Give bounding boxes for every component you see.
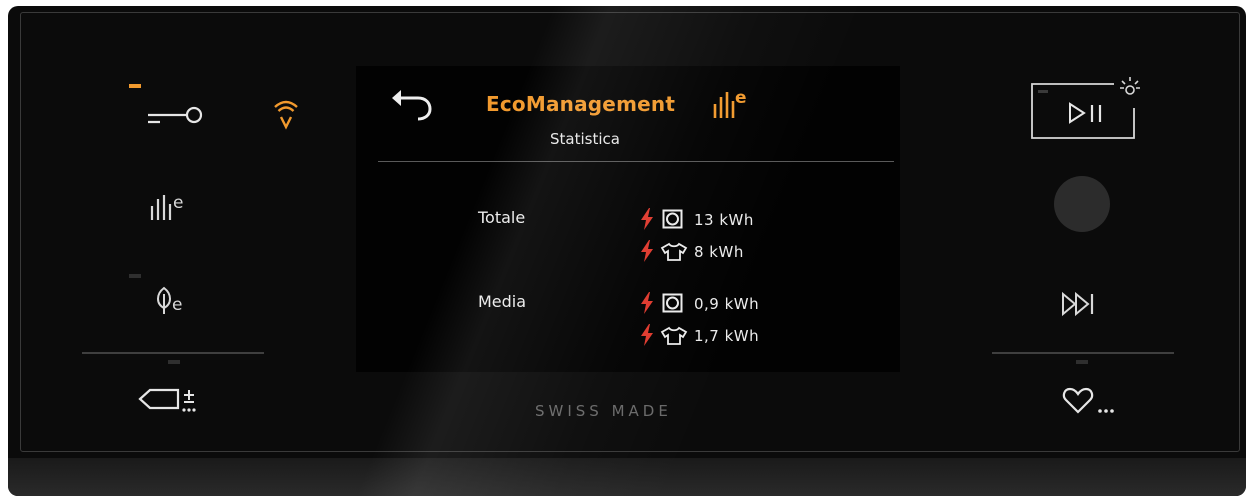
svg-text:e: e [173, 193, 183, 213]
start-pause-icon[interactable] [1028, 72, 1148, 142]
title-divider [378, 161, 894, 162]
stat-value: 0,9 kWh [694, 295, 760, 313]
stat-label-totale: Totale [478, 208, 526, 227]
left-divider [82, 352, 264, 354]
dryer-shirt-icon [660, 326, 688, 345]
washer-icon [662, 293, 683, 313]
washer-icon [662, 209, 683, 229]
svg-text:e: e [735, 88, 747, 108]
eco-management-title-icon: e [713, 88, 747, 118]
add-program-tag-icon[interactable] [138, 386, 218, 416]
energy-bolt-icon [641, 208, 653, 230]
key-lock-led [129, 84, 141, 88]
round-button-icon[interactable] [1054, 176, 1110, 232]
dryer-shirt-icon [660, 242, 688, 261]
energy-bolt-icon [641, 324, 653, 346]
display-screen: EcoManagement e Statistica Totale 13 kWh… [356, 66, 900, 372]
stat-label-media: Media [478, 292, 527, 311]
energy-bolt-icon [641, 292, 653, 314]
control-panel: e e EcoManagement e Statistica Totale 13… [8, 6, 1246, 496]
eco-leaf-led [129, 274, 141, 278]
back-arrow-icon[interactable] [388, 86, 432, 122]
right-divider [992, 352, 1174, 354]
favorites-icon[interactable] [1062, 386, 1126, 418]
remote-wifi-icon[interactable] [273, 98, 299, 130]
favorites-led [1076, 360, 1088, 364]
page-subtitle: Statistica [550, 130, 620, 148]
app-title: EcoManagement [486, 92, 676, 116]
stat-value: 13 kWh [694, 211, 754, 229]
skip-icon[interactable] [1060, 290, 1100, 318]
eco-management-icon[interactable]: e [149, 192, 191, 222]
eco-leaf-icon[interactable]: e [154, 284, 190, 316]
key-lock-icon[interactable] [146, 102, 208, 128]
svg-text:e: e [172, 295, 182, 315]
stat-value: 8 kWh [694, 243, 744, 261]
swiss-made-label: SWISS MADE [535, 402, 672, 420]
stat-value: 1,7 kWh [694, 327, 760, 345]
program-led [168, 360, 180, 364]
energy-bolt-icon [641, 240, 653, 262]
panel-bottom-edge [8, 458, 1246, 496]
